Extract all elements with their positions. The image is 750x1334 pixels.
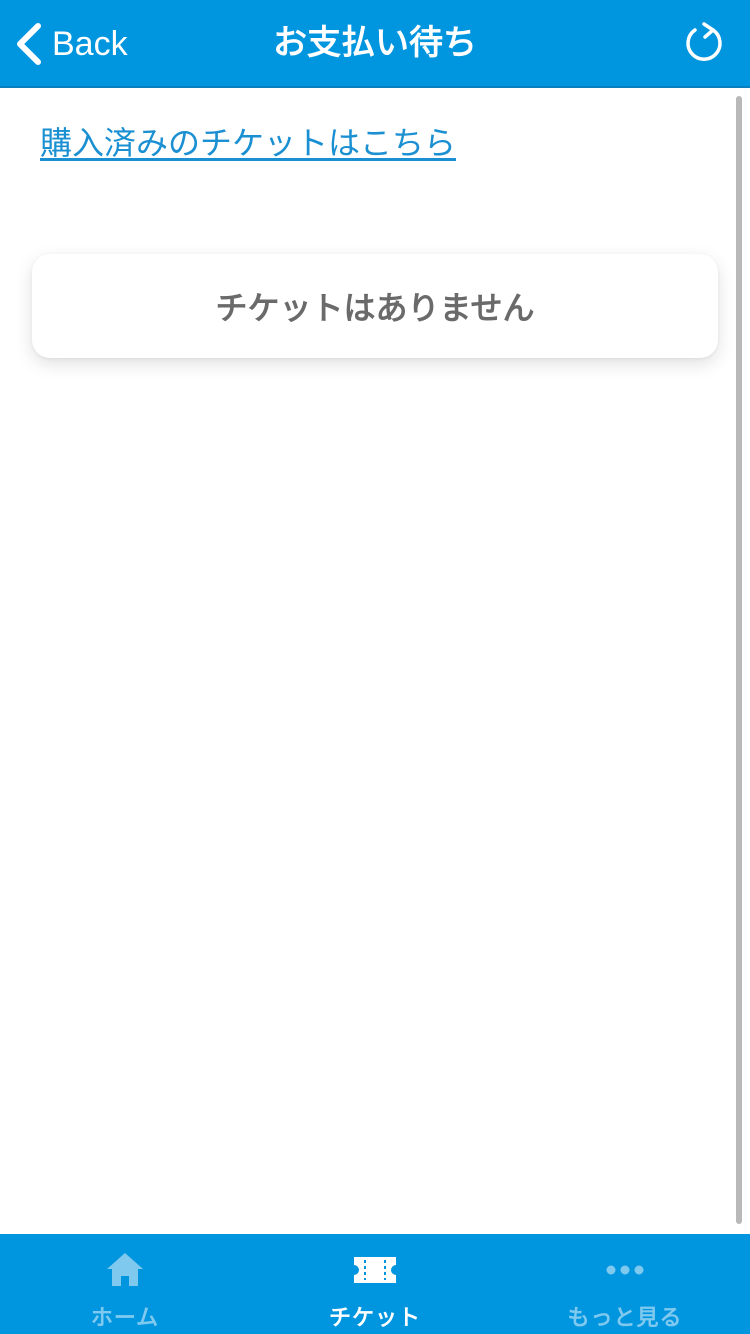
empty-state-message: チケットはありません — [215, 289, 535, 327]
tab-ticket-label: チケット — [328, 1306, 421, 1331]
back-button[interactable]: Back — [14, 18, 128, 70]
tab-ticket[interactable]: チケット — [250, 1234, 500, 1334]
home-icon — [101, 1250, 149, 1290]
tab-more-label: もっと見る — [567, 1306, 683, 1331]
purchased-tickets-link[interactable]: 購入済みのチケットはこちら — [40, 118, 456, 164]
tab-home[interactable]: ホーム — [0, 1234, 250, 1334]
more-dots-icon — [601, 1250, 649, 1290]
app-screen: Back お支払い待ち 購入済みのチケットはこちら チケットはありません ホーム — [0, 0, 750, 1334]
bottom-tab-bar: ホーム チケット もっと見る — [0, 1234, 750, 1334]
empty-state-card: チケットはありません — [32, 254, 718, 358]
refresh-button[interactable] — [680, 20, 728, 68]
back-label: Back — [52, 24, 128, 63]
tab-home-label: ホーム — [90, 1306, 160, 1331]
refresh-icon — [686, 22, 722, 61]
tab-more[interactable]: もっと見る — [500, 1234, 750, 1334]
scrollbar[interactable] — [736, 96, 742, 1224]
header-bar: Back お支払い待ち — [0, 0, 750, 88]
ticket-icon — [351, 1250, 399, 1290]
chevron-left-icon — [17, 23, 41, 65]
